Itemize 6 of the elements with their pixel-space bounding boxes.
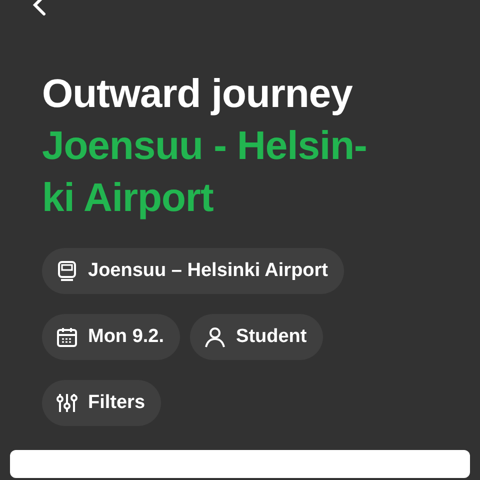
page-title: Outward journey <box>42 71 354 118</box>
filter-chip[interactable]: Student <box>190 314 323 360</box>
filter-chip[interactable]: Joensuu – Helsinki Airport <box>42 248 344 294</box>
route-heading: Joensuu - Helsin-ki Airport <box>42 123 368 222</box>
filter-chip[interactable]: Mon 9.2. <box>42 314 180 360</box>
filter-chip[interactable]: Filters <box>42 380 162 426</box>
